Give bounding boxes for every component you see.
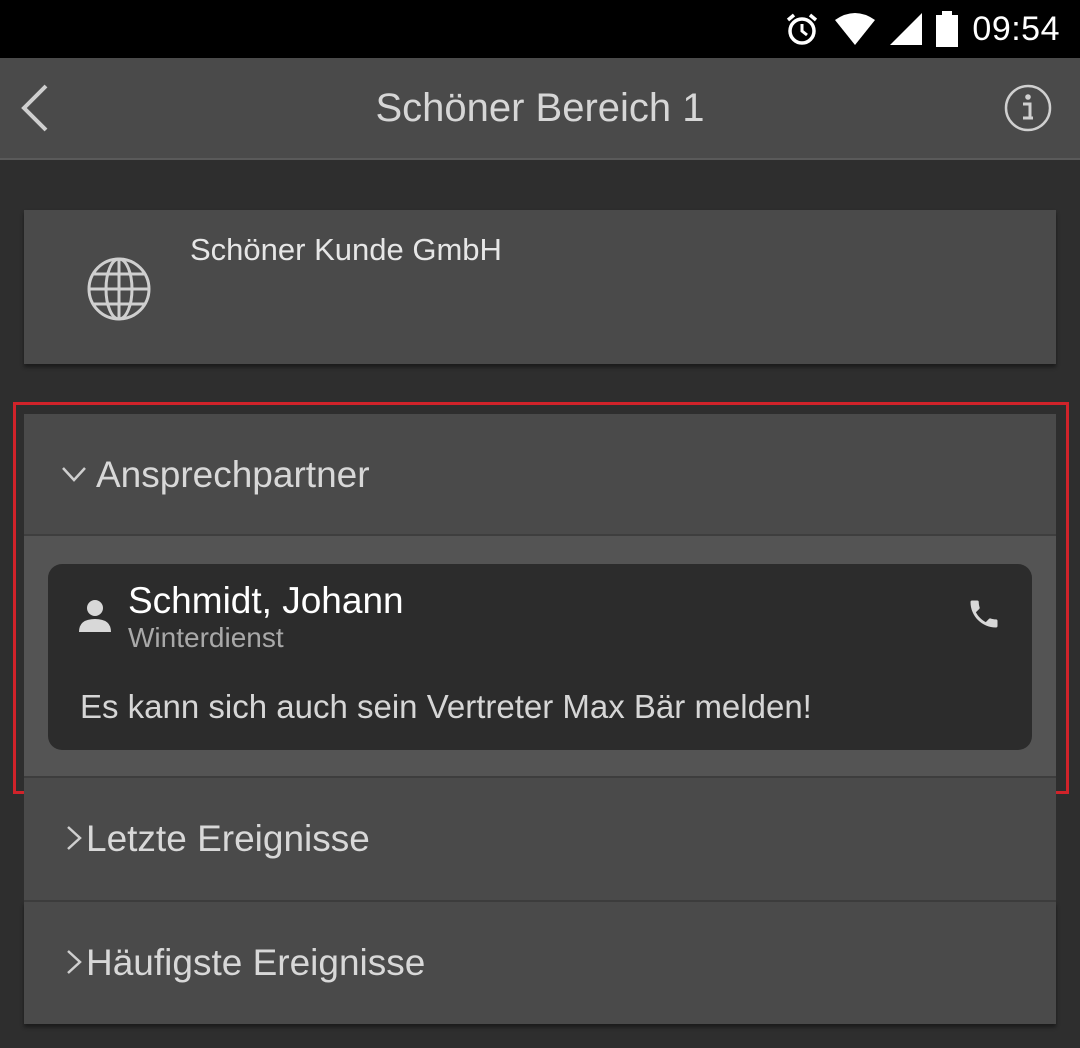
page-title: Schöner Bereich 1 — [375, 86, 705, 130]
status-bar: 09:54 — [0, 0, 1080, 58]
person-icon — [79, 600, 111, 632]
chevron-right-icon — [67, 826, 82, 850]
phone-icon[interactable] — [966, 596, 1002, 632]
battery-icon — [936, 11, 959, 47]
status-time: 09:54 — [972, 9, 1060, 48]
wifi-icon — [835, 13, 876, 45]
chevron-right-icon — [67, 950, 82, 974]
cell-signal-icon — [890, 13, 923, 45]
contact-name: Schmidt, Johann — [128, 580, 404, 621]
contact-note: Es kann sich auch sein Vertreter Max Bär… — [80, 688, 812, 725]
alarm-icon — [787, 13, 818, 45]
section-header-frequent-events[interactable]: Häufigste Ereignisse — [24, 902, 1056, 1024]
customer-name: Schöner Kunde GmbH — [190, 232, 502, 267]
contact-role: Winterdienst — [128, 622, 284, 653]
contacts-section-body: Schmidt, Johann Winterdienst Es kann sic… — [24, 536, 1056, 778]
section-header-contacts[interactable]: Ansprechpartner — [24, 414, 1056, 536]
customer-card[interactable]: Schöner Kunde GmbH — [24, 210, 1056, 364]
section-label-frequent-events: Häufigste Ereignisse — [86, 942, 426, 983]
section-header-recent-events[interactable]: Letzte Ereignisse — [24, 778, 1056, 902]
contact-card[interactable]: Schmidt, Johann Winterdienst Es kann sic… — [48, 564, 1032, 750]
chevron-down-icon — [62, 467, 86, 482]
info-icon[interactable] — [1004, 84, 1052, 132]
section-label-contacts: Ansprechpartner — [96, 454, 370, 495]
globe-icon — [87, 257, 151, 321]
section-label-recent-events: Letzte Ereignisse — [86, 818, 370, 859]
app-bar: Schöner Bereich 1 — [0, 58, 1080, 160]
